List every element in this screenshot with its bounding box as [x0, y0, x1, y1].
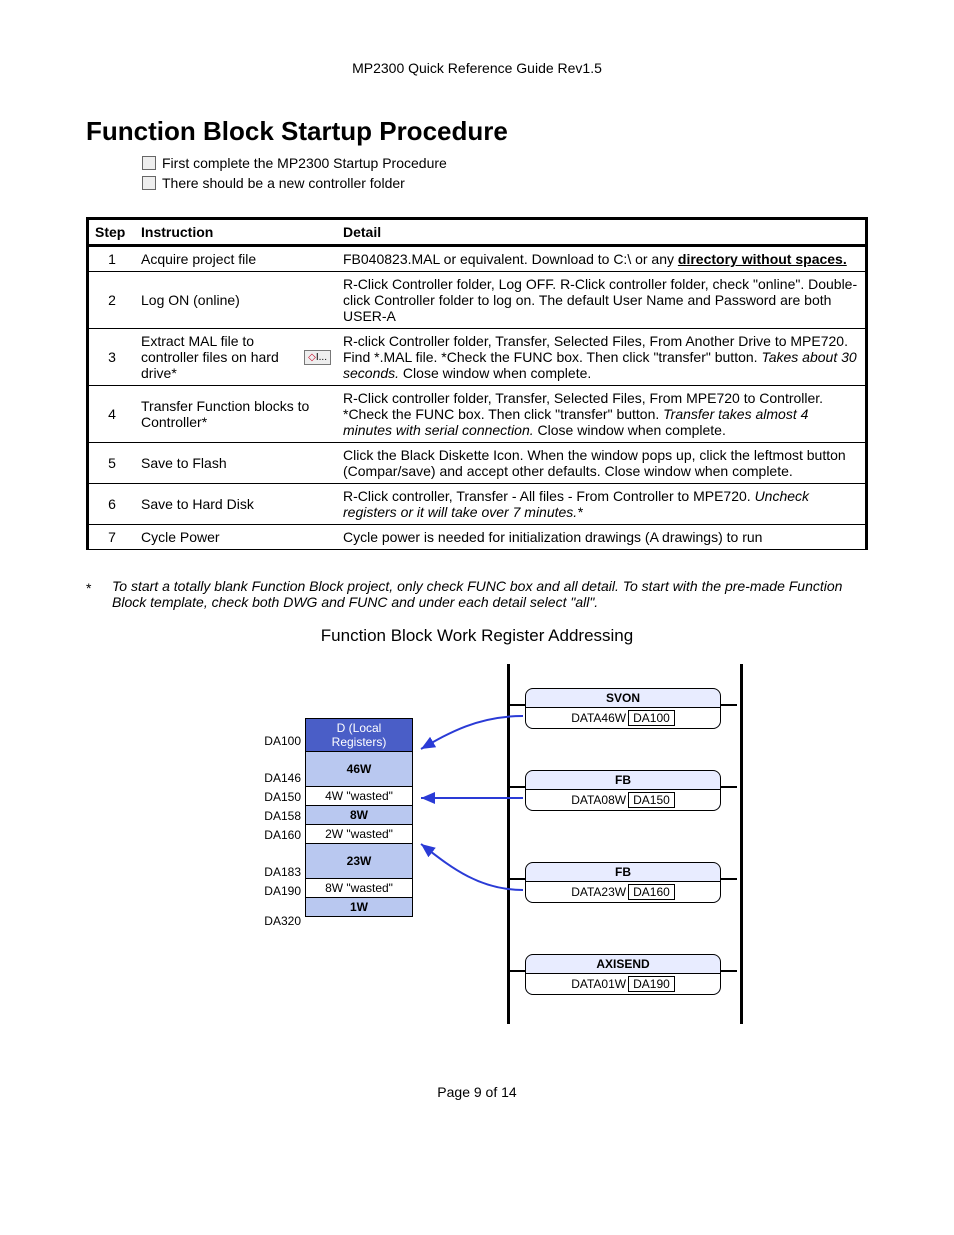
step-num: 6	[88, 484, 136, 525]
step-instr: Save to Hard Disk	[135, 484, 337, 525]
step-instr: Acquire project file	[135, 246, 337, 272]
fb-block: FB DATA23WDA160	[525, 862, 721, 903]
fb-data: DATA08WDA150	[526, 790, 720, 810]
step-detail: R-click Controller folder, Transfer, Sel…	[337, 329, 867, 386]
page-number: Page 9 of 14	[86, 1084, 868, 1100]
reg-addr: DA320	[255, 914, 301, 928]
reg-addr: DA150	[255, 790, 301, 804]
col-instruction: Instruction	[135, 219, 337, 246]
page-title: Function Block Startup Procedure	[86, 116, 868, 147]
register-cell: 8W	[305, 806, 413, 825]
step-detail: Click the Black Diskette Icon. When the …	[337, 443, 867, 484]
reg-addr: DA100	[255, 734, 301, 748]
col-step: Step	[88, 219, 136, 246]
step-instr: Extract MAL file to controller files on …	[135, 329, 337, 386]
reg-addr: DA146	[255, 771, 301, 785]
checklist: First complete the MP2300 Startup Proced…	[142, 153, 868, 193]
checkbox-icon	[142, 156, 156, 170]
table-row: 6 Save to Hard Disk R-Click controller, …	[88, 484, 867, 525]
register-cell: 23W	[305, 844, 413, 879]
step-detail: R-Click Controller folder, Log OFF. R-Cl…	[337, 272, 867, 329]
diagram-title: Function Block Work Register Addressing	[86, 626, 868, 646]
table-row: 2 Log ON (online) R-Click Controller fol…	[88, 272, 867, 329]
col-detail: Detail	[337, 219, 867, 246]
steps-table: Step Instruction Detail 1 Acquire projec…	[86, 217, 868, 550]
register-diagram: DA100 DA146 DA150 DA158 DA160 DA183 DA19…	[177, 664, 777, 1024]
step-detail: Cycle power is needed for initialization…	[337, 525, 867, 550]
register-cell: 1W	[305, 898, 413, 917]
table-row: 1 Acquire project file FB040823.MAL or e…	[88, 246, 867, 272]
fb-data: DATA46WDA100	[526, 708, 720, 728]
fb-title: FB	[526, 771, 720, 790]
reg-addr: DA158	[255, 809, 301, 823]
table-row: 5 Save to Flash Click the Black Diskette…	[88, 443, 867, 484]
step-detail: R-Click controller folder, Transfer, Sel…	[337, 386, 867, 443]
fb-title: FB	[526, 863, 720, 882]
checklist-item: First complete the MP2300 Startup Proced…	[162, 153, 447, 173]
step-num: 5	[88, 443, 136, 484]
table-row: 3 Extract MAL file to controller files o…	[88, 329, 867, 386]
ladder: SVON DATA46WDA100 FB DATA08WDA150 FB DAT…	[507, 664, 737, 1024]
step-instr: Transfer Function blocks to Controller*	[135, 386, 337, 443]
fb-title: SVON	[526, 689, 720, 708]
reg-addr: DA183	[255, 865, 301, 879]
step-num: 4	[88, 386, 136, 443]
fb-block: SVON DATA46WDA100	[525, 688, 721, 729]
checklist-item: There should be a new controller folder	[162, 173, 405, 193]
step-instr: Cycle Power	[135, 525, 337, 550]
file-icon: ◇I...	[304, 350, 331, 365]
step-instr: Save to Flash	[135, 443, 337, 484]
fb-title: AXISEND	[526, 955, 720, 974]
step-num: 7	[88, 525, 136, 550]
register-cell: 46W	[305, 752, 413, 787]
table-row: 4 Transfer Function blocks to Controller…	[88, 386, 867, 443]
reg-addr: DA160	[255, 828, 301, 842]
doc-header: MP2300 Quick Reference Guide Rev1.5	[86, 60, 868, 76]
footnote: * To start a totally blank Function Bloc…	[86, 578, 868, 610]
step-num: 3	[88, 329, 136, 386]
fb-data: DATA23WDA160	[526, 882, 720, 902]
fb-block: AXISEND DATA01WDA190	[525, 954, 721, 995]
register-cell: 4W "wasted"	[305, 787, 413, 806]
step-instr: Log ON (online)	[135, 272, 337, 329]
checkbox-icon	[142, 176, 156, 190]
register-column: D (Local Registers) 46W 4W "wasted" 8W 2…	[305, 718, 413, 917]
footnote-text: To start a totally blank Function Block …	[112, 578, 868, 610]
table-row: 7 Cycle Power Cycle power is needed for …	[88, 525, 867, 550]
step-num: 1	[88, 246, 136, 272]
register-cell: 2W "wasted"	[305, 825, 413, 844]
register-header: D (Local Registers)	[305, 718, 413, 752]
footnote-marker: *	[86, 578, 112, 610]
fb-data: DATA01WDA190	[526, 974, 720, 994]
step-detail: FB040823.MAL or equivalent. Download to …	[337, 246, 867, 272]
register-cell: 8W "wasted"	[305, 879, 413, 898]
fb-block: FB DATA08WDA150	[525, 770, 721, 811]
step-num: 2	[88, 272, 136, 329]
reg-addr: DA190	[255, 884, 301, 898]
step-detail: R-Click controller, Transfer - All files…	[337, 484, 867, 525]
